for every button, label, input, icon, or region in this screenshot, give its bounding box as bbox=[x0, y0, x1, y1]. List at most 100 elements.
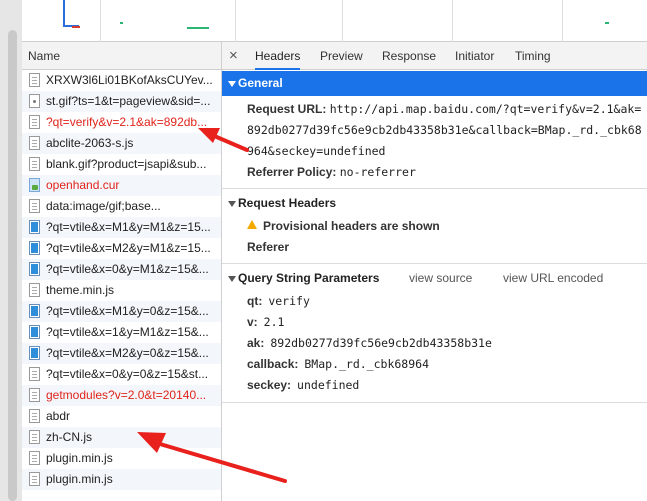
document-file-icon bbox=[29, 451, 40, 465]
query-string-section-header[interactable]: Query String Parameters view source view… bbox=[222, 266, 647, 291]
request-row[interactable]: ?qt=verify&v=2.1&ak=892db... bbox=[22, 112, 221, 133]
scrollbar-thumb[interactable] bbox=[8, 30, 17, 501]
request-name: abclite-2063-s.js bbox=[46, 136, 134, 150]
request-url-key: Request URL: bbox=[247, 102, 327, 116]
referrer-policy-row: Referrer Policy: no-referrer bbox=[222, 162, 647, 183]
query-param-row: v: 2.1 bbox=[222, 312, 647, 333]
section-divider bbox=[222, 263, 647, 264]
request-list: Name XRXW3l6Li01BKofAksCUYev... st.gif?ts… bbox=[22, 42, 222, 501]
section-divider bbox=[222, 188, 647, 189]
request-row[interactable]: st.gif?ts=1&t=pageview&sid=... bbox=[22, 91, 221, 112]
view-source-link[interactable]: view source bbox=[409, 266, 472, 291]
request-row[interactable]: abdr bbox=[22, 406, 221, 427]
request-name: theme.min.js bbox=[46, 283, 115, 297]
view-url-encoded-link[interactable]: view URL encoded bbox=[503, 266, 603, 291]
request-row[interactable]: theme.min.js bbox=[22, 280, 221, 301]
devtools-network-panel: Name XRXW3l6Li01BKofAksCUYev... st.gif?ts… bbox=[0, 0, 647, 501]
document-file-icon bbox=[29, 472, 40, 486]
request-name: ?qt=vtile&x=M2&y=M1&z=15... bbox=[46, 241, 211, 255]
query-params-list: qt: verify v: 2.1 ak: 892db0277d39fc56e9cb2db… bbox=[222, 291, 647, 396]
query-param-key: ak: bbox=[247, 336, 265, 350]
tab-timing[interactable]: Timing bbox=[515, 42, 551, 70]
request-row[interactable]: data:image/gif;base... bbox=[22, 196, 221, 217]
query-param-row: qt: verify bbox=[222, 291, 647, 312]
network-overview-timeline[interactable] bbox=[22, 0, 647, 42]
query-param-key: qt: bbox=[247, 294, 263, 308]
document-file-icon bbox=[29, 367, 40, 381]
image-file-icon bbox=[29, 262, 40, 276]
request-name: ?qt=vtile&x=M1&y=M1&z=15... bbox=[46, 220, 211, 234]
warning-icon bbox=[247, 220, 257, 229]
request-name: blank.gif?product=jsapi&sub... bbox=[46, 157, 207, 171]
request-row[interactable]: ?qt=vtile&x=M1&y=0&z=15&... bbox=[22, 301, 221, 322]
image-file-icon bbox=[29, 325, 40, 339]
timeline-bar bbox=[72, 26, 80, 28]
document-file-icon bbox=[29, 94, 40, 108]
tab-headers[interactable]: Headers bbox=[255, 42, 301, 70]
left-gutter bbox=[0, 0, 22, 501]
close-icon[interactable]: × bbox=[229, 42, 238, 69]
request-row[interactable]: ?qt=vtile&x=1&y=M1&z=15&... bbox=[22, 322, 221, 343]
request-headers-section-header[interactable]: Request Headers bbox=[222, 191, 647, 216]
request-row[interactable]: abclite-2063-s.js bbox=[22, 133, 221, 154]
request-row[interactable]: ?qt=vtile&x=M1&y=M1&z=15... bbox=[22, 217, 221, 238]
provisional-warning-row: Provisional headers are shown bbox=[222, 216, 647, 237]
request-row[interactable]: ?qt=vtile&x=0&y=M1&z=15&... bbox=[22, 259, 221, 280]
expand-triangle-icon bbox=[228, 201, 236, 207]
image-file-icon bbox=[29, 220, 40, 234]
general-section-header[interactable]: General bbox=[222, 71, 647, 96]
document-file-icon bbox=[29, 199, 40, 213]
expand-triangle-icon bbox=[228, 81, 236, 87]
document-file-icon bbox=[29, 430, 40, 444]
request-row[interactable]: plugin.min.js bbox=[22, 448, 221, 469]
image-file-icon bbox=[29, 304, 40, 318]
tab-response[interactable]: Response bbox=[382, 42, 436, 70]
request-row[interactable]: ?qt=vtile&x=M2&y=M1&z=15... bbox=[22, 238, 221, 259]
request-row[interactable]: ?qt=vtile&x=M2&y=0&z=15&... bbox=[22, 343, 221, 364]
query-param-key: seckey: bbox=[247, 378, 292, 392]
timeline-bar bbox=[605, 22, 609, 24]
query-param-row: ak: 892db0277d39fc56e9cb2db43358b31e bbox=[222, 333, 647, 354]
document-file-icon bbox=[29, 157, 40, 171]
request-row[interactable]: ?qt=vtile&x=0&y=0&z=15&st... bbox=[22, 364, 221, 385]
timeline-divider bbox=[342, 0, 343, 42]
request-row[interactable]: plugin.min.js bbox=[22, 469, 221, 490]
document-file-icon bbox=[29, 283, 40, 297]
request-name: ?qt=vtile&x=M1&y=0&z=15&... bbox=[46, 304, 209, 318]
request-row[interactable]: getmodules?v=2.0&t=20140... bbox=[22, 385, 221, 406]
provisional-warning-text: Provisional headers are shown bbox=[263, 219, 440, 233]
timeline-divider bbox=[235, 0, 236, 42]
referer-key: Referer bbox=[247, 240, 290, 254]
image-file-icon bbox=[29, 346, 40, 360]
request-row[interactable]: openhand.cur bbox=[22, 175, 221, 196]
request-name: ?qt=vtile&x=M2&y=0&z=15&... bbox=[46, 346, 209, 360]
expand-triangle-icon bbox=[228, 276, 236, 282]
query-param-row: seckey: undefined bbox=[222, 375, 647, 396]
request-name: ?qt=vtile&x=0&y=0&z=15&st... bbox=[46, 367, 209, 381]
request-row[interactable]: blank.gif?product=jsapi&sub... bbox=[22, 154, 221, 175]
query-param-value: undefined bbox=[297, 378, 360, 392]
cursor-file-icon bbox=[29, 178, 40, 192]
tab-initiator[interactable]: Initiator bbox=[455, 42, 494, 70]
tab-preview[interactable]: Preview bbox=[320, 42, 363, 70]
request-name: XRXW3l6Li01BKofAksCUYev... bbox=[46, 73, 213, 87]
detail-tab-bar: × Headers Preview Response Initiator Tim… bbox=[222, 42, 647, 70]
document-file-icon bbox=[29, 409, 40, 423]
query-param-row: callback: BMap._rd._cbk68964 bbox=[222, 354, 647, 375]
request-name: openhand.cur bbox=[46, 178, 120, 192]
request-row[interactable]: XRXW3l6Li01BKofAksCUYev... bbox=[22, 70, 221, 91]
query-param-value: BMap._rd._cbk68964 bbox=[304, 357, 429, 371]
request-row[interactable]: zh-CN.js bbox=[22, 427, 221, 448]
request-name: ?qt=verify&v=2.1&ak=892db... bbox=[46, 115, 208, 129]
query-param-value: 892db0277d39fc56e9cb2db43358b31e bbox=[270, 336, 492, 350]
referrer-policy-key: Referrer Policy: bbox=[247, 165, 337, 179]
referer-row: Referer bbox=[222, 237, 647, 258]
name-column-header[interactable]: Name bbox=[22, 42, 221, 70]
image-file-icon bbox=[29, 241, 40, 255]
request-name: zh-CN.js bbox=[46, 430, 93, 444]
document-file-icon bbox=[29, 115, 40, 129]
request-name: getmodules?v=2.0&t=20140... bbox=[46, 388, 207, 402]
request-name: data:image/gif;base... bbox=[46, 199, 161, 213]
request-headers-title: Request Headers bbox=[238, 196, 337, 210]
request-name: plugin.min.js bbox=[46, 472, 113, 486]
